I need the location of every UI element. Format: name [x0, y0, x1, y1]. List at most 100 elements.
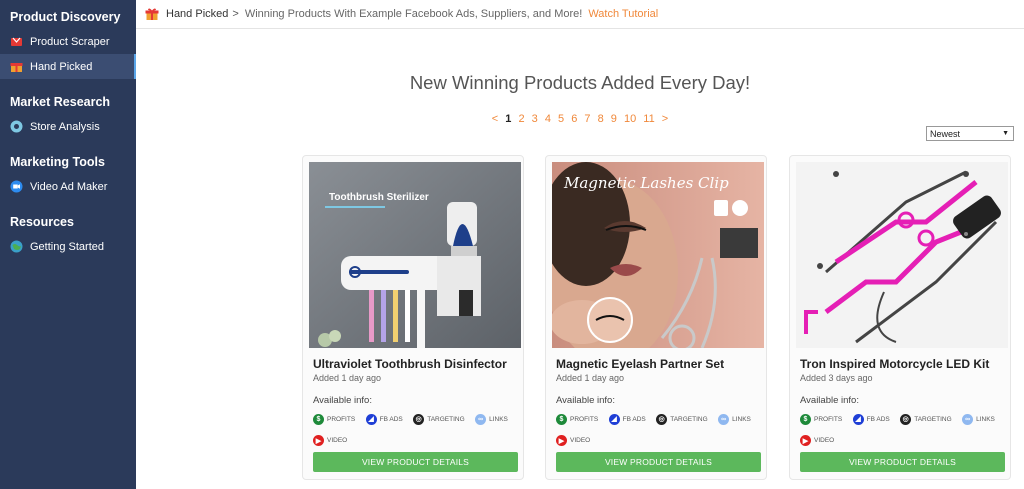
pagination-page-10[interactable]: 10	[624, 113, 636, 125]
globe-icon	[10, 240, 23, 253]
megaphone-icon: ◢	[365, 413, 377, 425]
product-title[interactable]: Ultraviolet Toothbrush Disinfector	[313, 357, 507, 371]
view-product-details-button[interactable]: VIEW PRODUCT DETAILS	[556, 452, 761, 472]
play-icon: ▶	[556, 435, 567, 446]
megaphone-icon: ◢	[852, 413, 864, 425]
sidebar-item-label: Store Analysis	[30, 120, 100, 133]
scraper-icon	[10, 35, 23, 48]
link-icon: ∞	[962, 414, 974, 425]
tag-label: TARGETING	[914, 415, 952, 423]
tag-label: PROFITS	[570, 416, 599, 423]
target-icon: ◎	[656, 413, 668, 425]
tag-label: FB ADS	[622, 415, 646, 423]
sidebar: Product Discovery Product Scraper Hand P…	[0, 0, 136, 489]
play-icon: ▶	[313, 435, 324, 446]
sidebar-item-product-scraper[interactable]: Product Scraper	[0, 29, 136, 54]
product-added-date: Added 3 days ago	[800, 373, 873, 383]
sidebar-item-video-ad-maker[interactable]: Video Ad Maker	[0, 174, 136, 199]
product-title[interactable]: Tron Inspired Motorcycle LED Kit	[800, 357, 989, 371]
target-icon: ◎	[413, 413, 425, 425]
sidebar-item-label: Product Scraper	[30, 35, 110, 48]
pagination-page-5[interactable]: 5	[558, 113, 564, 125]
pagination-page-11[interactable]: 11	[643, 113, 654, 125]
tag-label: LINKS	[732, 416, 751, 423]
view-product-details-button[interactable]: VIEW PRODUCT DETAILS	[800, 452, 1005, 472]
product-image[interactable]: Magnetic Lashes Clip	[552, 162, 764, 348]
watch-tutorial-link[interactable]: Watch Tutorial	[588, 8, 658, 20]
tag-label: VIDEO	[570, 437, 591, 444]
available-info-tags: $ PROFITS ◢ FB ADS ◎ TARGETING ∞ LINKS ▶ VIDE…	[556, 408, 761, 451]
tag-links: ∞ LINKS	[475, 413, 508, 427]
sidebar-section-product-discovery: Product Discovery	[10, 10, 121, 24]
tag-targeting: ◎ TARGETING	[900, 412, 952, 426]
tag-profits: $ PROFITS	[313, 413, 355, 427]
tag-label: TARGETING	[670, 415, 708, 423]
available-info-tags: $ PROFITS ◢ FB ADS ◎ TARGETING ∞ LINKS ▶ VIDE…	[800, 408, 1005, 451]
pagination-next[interactable]: >	[662, 113, 668, 125]
tag-label: PROFITS	[814, 416, 843, 423]
tag-fb-ads: ◢ FB ADS	[608, 412, 646, 426]
dollar-icon: $	[313, 414, 324, 425]
pagination-page-2[interactable]: 2	[518, 113, 524, 125]
pagination-page-8[interactable]: 8	[598, 113, 604, 125]
sidebar-item-getting-started[interactable]: Getting Started	[0, 234, 136, 259]
tag-label: TARGETING	[427, 415, 465, 423]
tag-video: ▶ VIDEO	[800, 434, 834, 448]
tag-links: ∞ LINKS	[962, 413, 995, 427]
link-icon: ∞	[718, 414, 730, 425]
target-icon: ◎	[900, 413, 912, 425]
link-icon: ∞	[475, 414, 487, 425]
tag-label: PROFITS	[327, 416, 356, 423]
tag-label: LINKS	[489, 416, 508, 423]
sidebar-section-resources: Resources	[10, 215, 74, 229]
main-content: New Winning Products Added Every Day! < …	[136, 30, 1024, 489]
sort-select[interactable]: Newest ▼	[926, 126, 1014, 141]
product-image-caption: Toothbrush Sterilizer	[329, 192, 429, 203]
sidebar-item-label: Video Ad Maker	[30, 180, 108, 193]
dollar-icon: $	[556, 414, 567, 425]
product-image-caption: Magnetic Lashes Clip	[563, 174, 729, 192]
pagination-page-9[interactable]: 9	[611, 113, 617, 125]
page-title: New Winning Products Added Every Day!	[409, 72, 751, 93]
chevron-down-icon: ▼	[1002, 130, 1009, 137]
product-image[interactable]	[796, 162, 1008, 348]
sidebar-item-hand-picked[interactable]: Hand Picked	[0, 54, 136, 79]
tag-targeting: ◎ TARGETING	[656, 412, 708, 426]
tag-targeting: ◎ TARGETING	[413, 412, 465, 426]
tag-label: VIDEO	[327, 437, 348, 444]
tag-fb-ads: ◢ FB ADS	[365, 412, 403, 426]
eye-icon	[10, 120, 23, 133]
page-description: Winning Products With Example Facebook A…	[244, 8, 583, 20]
tag-label: LINKS	[976, 416, 995, 423]
sidebar-section-marketing-tools: Marketing Tools	[10, 155, 105, 169]
gift-icon	[145, 8, 159, 20]
pagination-page-1[interactable]: 1	[505, 113, 511, 125]
tag-label: FB ADS	[866, 415, 890, 423]
dollar-icon: $	[800, 414, 811, 425]
available-info-label: Available info:	[800, 395, 859, 406]
tag-label: VIDEO	[814, 437, 835, 444]
pagination-prev[interactable]: <	[492, 113, 498, 125]
available-info-tags: $ PROFITS ◢ FB ADS ◎ TARGETING ∞ LINKS ▶ VIDE…	[313, 408, 518, 451]
pagination-page-4[interactable]: 4	[545, 113, 551, 125]
breadcrumb-separator: >	[232, 8, 239, 20]
sidebar-item-label: Getting Started	[30, 240, 104, 253]
breadcrumb-hand-picked[interactable]: Hand Picked	[166, 8, 228, 20]
tag-video: ▶ VIDEO	[556, 434, 590, 448]
sidebar-item-store-analysis[interactable]: Store Analysis	[0, 114, 136, 139]
megaphone-icon: ◢	[608, 413, 620, 425]
breadcrumb: Hand Picked > Winning Products With Exam…	[136, 0, 1024, 29]
product-title[interactable]: Magnetic Eyelash Partner Set	[556, 357, 724, 371]
tag-fb-ads: ◢ FB ADS	[852, 412, 890, 426]
product-card: Tron Inspired Motorcycle LED Kit Added 3…	[789, 155, 1011, 480]
view-product-details-button[interactable]: VIEW PRODUCT DETAILS	[313, 452, 518, 472]
pagination-page-3[interactable]: 3	[532, 113, 538, 125]
available-info-label: Available info:	[313, 395, 372, 406]
tag-links: ∞ LINKS	[718, 413, 751, 427]
product-image[interactable]: Toothbrush Sterilizer	[309, 162, 521, 348]
pagination-page-6[interactable]: 6	[571, 113, 577, 125]
pagination-page-7[interactable]: 7	[584, 113, 590, 125]
sidebar-section-market-research: Market Research	[10, 95, 111, 109]
play-icon: ▶	[800, 435, 811, 446]
product-card: Toothbrush Sterilizer Ultraviolet Toothb…	[302, 155, 524, 480]
